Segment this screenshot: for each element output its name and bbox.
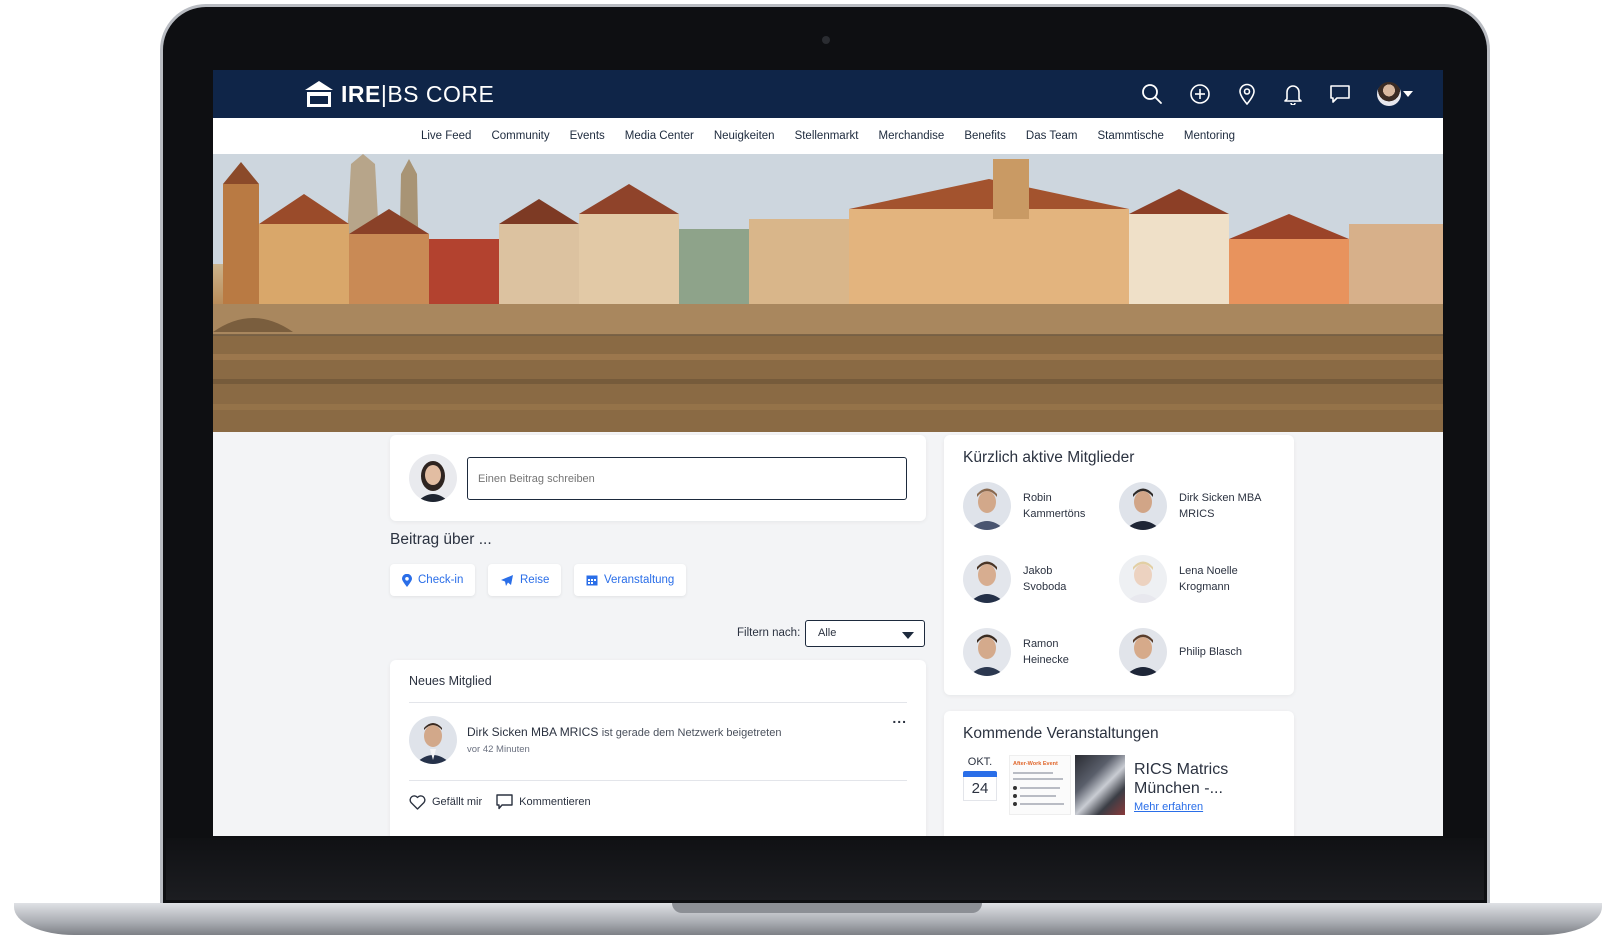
nav-item-neuigkeiten[interactable]: Neuigkeiten: [714, 130, 775, 142]
member-name[interactable]: Philip Blasch: [1179, 644, 1242, 660]
travel-label: Reise: [520, 574, 550, 586]
event-photo[interactable]: [1075, 755, 1125, 815]
plus-circle-icon[interactable]: [1189, 83, 1211, 105]
more-info-link[interactable]: Mehr erfahren: [1134, 801, 1203, 813]
card-title: Kommende Veranstaltungen: [963, 725, 1159, 742]
nav-item-mentoring[interactable]: Mentoring: [1184, 130, 1235, 142]
event-day: 24: [963, 777, 997, 801]
feed-post-card: Neues Mitglied ... Dirk Sicken MBA MRICS…: [390, 660, 926, 836]
logo[interactable]: IRE|BS CORE: [305, 78, 494, 110]
filter-select[interactable]: Alle: [805, 620, 925, 647]
avatar[interactable]: [409, 716, 457, 764]
member-item[interactable]: Jakob Svoboda: [963, 555, 1123, 603]
member-item[interactable]: Philip Blasch: [1119, 628, 1279, 676]
chat-icon[interactable]: [1329, 83, 1351, 105]
event-title[interactable]: RICS Matrics München -...: [1134, 760, 1274, 798]
post-input[interactable]: [467, 457, 907, 500]
post-text: Dirk Sicken MBA MRICS ist gerade dem Net…: [467, 725, 781, 739]
chevron-down-icon: [902, 632, 914, 639]
check-in-button[interactable]: Check-in: [390, 564, 476, 596]
more-options-icon[interactable]: ...: [892, 710, 907, 726]
app-screen: IRE|BS CORE Live Feed Community Events M…: [213, 70, 1443, 836]
webcam: [822, 36, 830, 44]
event-month: OKT.: [967, 756, 993, 768]
hero-banner-image: [213, 154, 1443, 432]
nav-item-stellenmarkt[interactable]: Stellenmarkt: [795, 130, 859, 142]
map-marker-icon: [402, 573, 412, 587]
nav-item-das-team[interactable]: Das Team: [1026, 130, 1078, 142]
post-timestamp: vor 42 Minuten: [467, 744, 530, 755]
avatar[interactable]: [963, 628, 1011, 676]
post-about-label: Beitrag über ...: [390, 531, 492, 548]
nav-item-events[interactable]: Events: [570, 130, 605, 142]
filter-label: Filtern nach:: [737, 627, 801, 639]
divider: [409, 702, 907, 703]
like-label: Gefällt mir: [432, 796, 483, 808]
avatar: [1377, 82, 1401, 106]
divider: [409, 780, 907, 781]
upcoming-events-card: Kommende Veranstaltungen OKT. 24 After-W…: [944, 711, 1294, 836]
nav-item-stammtische[interactable]: Stammtische: [1097, 130, 1163, 142]
event-date: OKT. 24: [963, 756, 997, 801]
nav-item-merchandise[interactable]: Merchandise: [878, 130, 944, 142]
chevron-down-icon: [1403, 91, 1413, 97]
logo-building-icon: [305, 81, 333, 107]
member-name[interactable]: Ramon Heinecke: [1023, 636, 1069, 668]
check-in-label: Check-in: [418, 574, 464, 586]
main-nav: Live Feed Community Events Media Center Neui…: [213, 118, 1443, 154]
travel-button[interactable]: Reise: [488, 564, 562, 596]
laptop-hinge-notch: [672, 903, 982, 913]
avatar[interactable]: [1119, 628, 1167, 676]
event-flyer-image[interactable]: After-Work Event: [1009, 755, 1071, 815]
top-bar: IRE|BS CORE: [213, 70, 1443, 118]
plane-icon: [501, 574, 513, 586]
avatar: [409, 454, 457, 502]
like-button[interactable]: Gefällt mir: [409, 794, 483, 810]
member-name[interactable]: Dirk Sicken MBA MRICS: [1179, 490, 1262, 522]
member-name[interactable]: Jakob Svoboda: [1023, 563, 1066, 595]
avatar[interactable]: [1119, 555, 1167, 603]
nav-item-live-feed[interactable]: Live Feed: [421, 130, 472, 142]
member-item[interactable]: Lena Noelle Krogmann: [1119, 555, 1279, 603]
card-title: Kürzlich aktive Mitglieder: [963, 449, 1135, 466]
nav-item-community[interactable]: Community: [491, 130, 549, 142]
heart-icon: [409, 794, 426, 810]
search-icon[interactable]: [1141, 83, 1163, 105]
filter-value: Alle: [818, 627, 837, 639]
member-item[interactable]: Ramon Heinecke: [963, 628, 1123, 676]
comment-icon: [496, 794, 513, 810]
nav-item-media-center[interactable]: Media Center: [625, 130, 694, 142]
logo-text: IRE|BS CORE: [341, 80, 495, 107]
member-item[interactable]: Robin Kammertöns: [963, 482, 1123, 530]
card-title: Neues Mitglied: [409, 674, 492, 688]
laptop-bezel: [166, 838, 1484, 900]
comment-label: Kommentieren: [519, 796, 591, 808]
avatar[interactable]: [1119, 482, 1167, 530]
location-pin-icon[interactable]: [1237, 83, 1257, 105]
post-action: ist gerade dem Netzwerk beigetreten: [601, 727, 782, 739]
member-name[interactable]: Lena Noelle Krogmann: [1179, 563, 1238, 595]
nav-item-benefits[interactable]: Benefits: [964, 130, 1006, 142]
comment-button[interactable]: Kommentieren: [496, 794, 591, 810]
post-composer: [390, 435, 926, 521]
event-label: Veranstaltung: [604, 574, 675, 586]
member-name[interactable]: Robin Kammertöns: [1023, 490, 1085, 522]
avatar[interactable]: [963, 555, 1011, 603]
post-actions: Gefällt mir Kommentieren: [409, 794, 591, 810]
avatar[interactable]: [963, 482, 1011, 530]
recent-members-card: Kürzlich aktive Mitglieder Robin Kammertö…: [944, 435, 1294, 695]
top-icons: [1141, 80, 1413, 108]
calendar-icon: [586, 575, 598, 586]
user-menu[interactable]: [1377, 82, 1413, 106]
post-author[interactable]: Dirk Sicken MBA MRICS: [467, 725, 598, 739]
event-button[interactable]: Veranstaltung: [574, 564, 687, 596]
bell-icon[interactable]: [1283, 83, 1303, 105]
member-item[interactable]: Dirk Sicken MBA MRICS: [1119, 482, 1279, 530]
